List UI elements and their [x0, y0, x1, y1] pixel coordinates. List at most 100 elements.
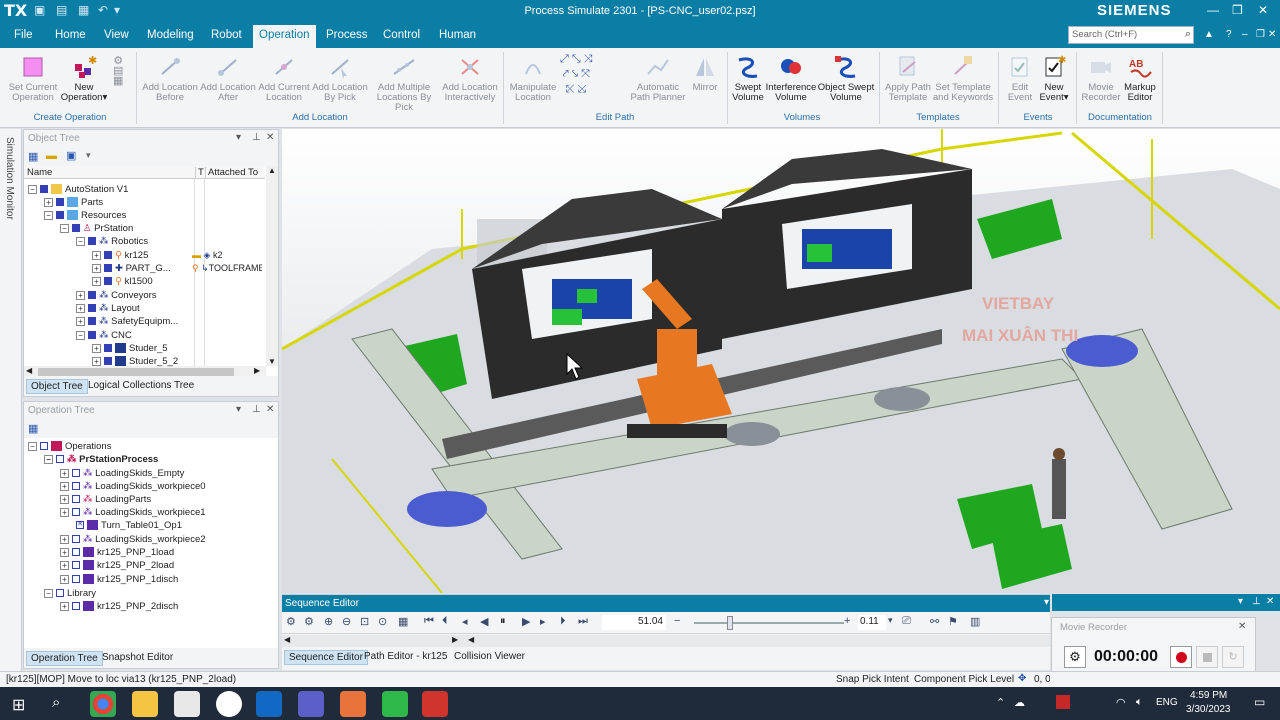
tab-operation-tree[interactable]: Operation Tree [26, 651, 103, 666]
op-row[interactable]: + ⁂ LoadingSkids_workpiece2 [60, 534, 206, 547]
step-back-small-icon[interactable]: ◂ [462, 615, 468, 628]
menu-process[interactable]: Process [326, 29, 368, 41]
scroll-up-icon[interactable]: ▲ [268, 166, 276, 175]
tree-row-autostation[interactable]: − AutoStation V1 [28, 184, 128, 197]
object-swept-volume-button[interactable]: Object Swept Volume [816, 54, 876, 103]
pin-icon[interactable]: ⊥ [252, 132, 261, 143]
collapse-icon[interactable]: − [44, 210, 53, 220]
scroll-right-icon[interactable]: ▶ [254, 366, 260, 375]
panel-close-icon[interactable]: ✕ [266, 132, 274, 143]
scroll-left-icon[interactable]: ◀ [26, 366, 32, 375]
visibility-checkbox[interactable] [104, 264, 112, 273]
visibility-checkbox[interactable] [104, 277, 112, 286]
pin-icon[interactable]: ⊥ [252, 404, 261, 415]
op-checkbox[interactable] [72, 575, 80, 584]
operation-small-icons[interactable]: ⚙ ▤ ▦ [113, 56, 123, 87]
scene-3d[interactable]: VIETBAY MAI XUÂN THI [282, 129, 1280, 593]
search-input[interactable]: Search (Ctrl+F) ⌕ [1068, 26, 1194, 44]
visibility-checkbox[interactable] [88, 304, 96, 313]
folder-icon[interactable]: ▬ [46, 150, 57, 162]
op-row[interactable]: ✕ Turn_Table01_Op1 [76, 520, 182, 533]
expand-icon[interactable]: + [76, 316, 85, 326]
add-location-before-button[interactable]: Add Location Before [140, 54, 200, 103]
op-row[interactable]: + ⁂ LoadingSkids_workpiece0 [60, 481, 206, 494]
event-icon[interactable]: ⚑ [948, 615, 958, 628]
object-tree-scrollbar[interactable]: ▲ ▼ [266, 166, 278, 366]
panel-dropdown-icon[interactable]: ▾ [1238, 596, 1243, 607]
zoom-out-icon[interactable]: ⊖ [342, 615, 351, 628]
op-checkbox-checked[interactable]: ✕ [76, 521, 84, 530]
op-checkbox[interactable] [72, 482, 80, 491]
tray-app-icon[interactable] [1056, 695, 1070, 709]
tree-row-studer5[interactable]: + Studer_5 [92, 343, 168, 356]
column-name[interactable]: Name [27, 167, 52, 178]
expand-icon[interactable]: + [60, 468, 69, 478]
op-row[interactable]: + ⁂ LoadingSkids_Empty [60, 468, 184, 481]
zoom-in-icon[interactable]: ⊕ [324, 615, 333, 628]
tree-row-part-g[interactable]: + ✚ PART_G... [92, 263, 171, 276]
recorder-close-icon[interactable]: ✕ [1238, 621, 1246, 632]
clock-time[interactable]: 4:59 PM [1190, 690, 1227, 701]
taskbar-search-icon[interactable]: ⌕ [52, 694, 60, 711]
tree-view-icon[interactable]: ▦ [28, 150, 38, 163]
sequence-scrollbar[interactable]: ◀ ▶ ◀ [282, 635, 1050, 647]
tree-row-layout[interactable]: + ⁂ Layout [76, 303, 140, 316]
zoom-selection-icon[interactable]: ⊙ [378, 615, 387, 628]
op-checkbox[interactable] [72, 561, 80, 570]
tree-row-parts[interactable]: + Parts [44, 197, 103, 210]
faster-icon[interactable]: + [844, 615, 850, 627]
collapse-icon[interactable]: − [28, 184, 37, 194]
doc-close-icon[interactable]: ✕ [1268, 29, 1276, 40]
tree-row-prstation[interactable]: − ♙ PrStation [60, 223, 133, 236]
tree-row-kl1500[interactable]: + ⚲ kl1500 [92, 276, 153, 289]
expand-icon[interactable]: + [76, 303, 85, 313]
app-green-icon[interactable] [382, 691, 408, 717]
display-icon[interactable]: ▣ [66, 149, 76, 162]
seq-grid-icon[interactable]: ▦ [398, 615, 408, 628]
manipulate-location-button[interactable]: Manipulate Location [508, 54, 558, 103]
pause-icon[interactable]: ⏸ [500, 615, 506, 628]
set-template-keywords-button[interactable]: Set Template and Keywords [932, 54, 994, 103]
tab-path-editor[interactable]: Path Editor - kr125 [360, 650, 451, 663]
scroll-left-icon[interactable]: ◀ [468, 635, 474, 644]
minimize-icon[interactable]: — [1207, 3, 1219, 17]
visibility-checkbox[interactable] [72, 224, 80, 233]
expand-icon[interactable]: + [92, 356, 101, 366]
op-checkbox[interactable] [72, 469, 80, 478]
seq-tool-icon[interactable]: ⚙ [286, 615, 296, 628]
expand-icon[interactable]: + [92, 250, 101, 260]
zalo-icon[interactable] [216, 691, 242, 717]
visibility-checkbox[interactable] [56, 198, 64, 207]
time-field[interactable]: 51.04 [602, 615, 666, 630]
op-checkbox[interactable] [72, 535, 80, 544]
op-checkbox[interactable] [72, 508, 80, 517]
panel-dropdown-icon[interactable]: ▾ [236, 404, 241, 415]
op-checkbox[interactable] [72, 602, 80, 611]
swept-volume-button[interactable]: Swept Volume [730, 54, 766, 103]
language-indicator[interactable]: ENG [1156, 697, 1178, 708]
visibility-checkbox[interactable] [56, 211, 64, 220]
slower-icon[interactable]: − [674, 615, 680, 627]
tab-sequence-editor[interactable]: Sequence Editor [284, 650, 368, 665]
add-location-by-pick-button[interactable]: Add Location By Pick [312, 54, 368, 103]
scroll-left-icon[interactable]: ◀ [284, 635, 290, 644]
record-button[interactable] [1170, 646, 1192, 668]
stop-button[interactable] [1196, 646, 1218, 668]
op-row[interactable]: + kr125_PNP_2load [60, 560, 174, 573]
tab-object-tree[interactable]: Object Tree [26, 379, 88, 394]
visibility-checkbox[interactable] [40, 185, 48, 194]
tree-row-robotics[interactable]: − ⁂ Robotics [76, 236, 148, 249]
scroll-thumb[interactable] [38, 368, 234, 376]
collapse-icon[interactable]: − [76, 330, 85, 340]
expand-icon[interactable]: + [92, 343, 101, 353]
snap-pick-intent[interactable]: Snap Pick Intent [836, 674, 909, 685]
tree-view-icon[interactable]: ▦ [28, 422, 38, 435]
close-icon[interactable]: ✕ [1258, 3, 1268, 17]
splitter-icon[interactable]: ▶ [452, 635, 458, 644]
op-row[interactable]: + ⁂ LoadingSkids_workpiece1 [60, 507, 206, 520]
recorder-settings-icon[interactable]: ⚙ [1064, 646, 1086, 668]
tab-collision-viewer[interactable]: Collision Viewer [450, 650, 529, 663]
op-checkbox[interactable] [72, 548, 80, 557]
search-icon[interactable]: ⌕ [1185, 28, 1191, 41]
expand-icon[interactable]: + [60, 574, 69, 584]
